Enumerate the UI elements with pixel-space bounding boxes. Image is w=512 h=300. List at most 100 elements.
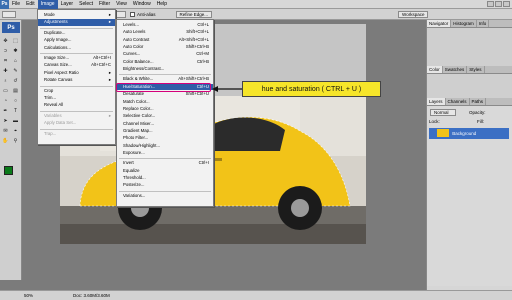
brush-icon[interactable]: ✎ [11, 66, 20, 75]
tab-layers[interactable]: Layers [427, 98, 446, 105]
menu-item-desaturate[interactable]: Desaturate Shift+Ctrl+U [117, 91, 213, 97]
menu-item-match-color[interactable]: Match Color... [117, 99, 213, 105]
status-bar: 50% Doc: 3.60M/3.60M [0, 290, 512, 300]
blend-mode-select[interactable]: Normal [430, 109, 456, 116]
menu-item-label: Rotate Canvas [44, 77, 73, 83]
foreground-color-swatch[interactable] [4, 166, 13, 175]
gradient-icon[interactable]: ▤ [11, 86, 20, 95]
menu-layer[interactable]: Layer [58, 0, 77, 9]
tool-preset-picker[interactable] [2, 10, 16, 18]
slice-icon[interactable]: ⌂ [11, 56, 20, 65]
menu-item-exposure[interactable]: Exposure... [117, 150, 213, 156]
menu-item-photo-filter[interactable]: Photo Filter... [117, 135, 213, 141]
submenu-arrow-icon: ▸ [108, 12, 111, 17]
menu-filter[interactable]: Filter [96, 0, 113, 9]
menu-separator [40, 85, 113, 87]
menu-item-pixel-aspect-ratio[interactable]: Pixel Aspect Ratio ▸ [38, 70, 115, 76]
menu-image[interactable]: Image [37, 0, 58, 9]
tab-paths[interactable]: Paths [470, 98, 487, 105]
ps-app-icon[interactable]: Ps [0, 0, 9, 9]
menu-item-gradient-map[interactable]: Gradient Map... [117, 128, 213, 134]
crop-icon[interactable]: ⌗ [1, 56, 10, 65]
menu-item-apply-image[interactable]: Apply Image... [38, 37, 115, 43]
hand-icon[interactable]: ✋ [1, 136, 10, 145]
menu-item-equalize[interactable]: Equalize [117, 168, 213, 174]
eraser-icon[interactable]: ▭ [1, 86, 10, 95]
menu-item-canvas-size[interactable]: Canvas Size... Alt+Ctrl+C [38, 62, 115, 68]
antialias-checkbox[interactable] [130, 11, 135, 17]
refine-edge-button[interactable]: Refine Edge... [175, 10, 213, 18]
menu-item-threshold[interactable]: Threshold... [117, 175, 213, 181]
menu-help[interactable]: Help [154, 0, 170, 9]
menu-item-label: Crop [44, 87, 54, 93]
menu-item-rotate-canvas[interactable]: Rotate Canvas ▸ [38, 77, 115, 83]
menu-item-crop[interactable]: Crop [38, 88, 115, 94]
menu-item-reveal-all[interactable]: Reveal All [38, 102, 115, 108]
menu-separator [40, 110, 113, 112]
menu-item-levels[interactable]: Levels... Ctrl+L [117, 22, 213, 28]
menu-item-auto-levels[interactable]: Auto Levels Shift+Ctrl+L [117, 29, 213, 35]
type-icon[interactable]: T [11, 106, 20, 115]
menu-file[interactable]: File [9, 0, 23, 9]
lasso-icon[interactable]: ↄ [1, 46, 10, 55]
menu-item-variations[interactable]: Variations... [117, 193, 213, 199]
shape-icon[interactable]: ▬ [11, 116, 20, 125]
ps-logo: Ps [2, 22, 20, 33]
tab-info[interactable]: Info [477, 20, 490, 27]
menu-item-mode[interactable]: Mode ▸ [38, 12, 115, 18]
layer-row-background[interactable]: Background [429, 128, 509, 139]
tab-color[interactable]: Color [427, 66, 443, 73]
menu-item-channel-mixer[interactable]: Channel Mixer... [117, 121, 213, 127]
menu-item-trim[interactable]: Trim... [38, 95, 115, 101]
menu-item-label: Color Balance... [123, 58, 154, 64]
menu-item-brightness-contrast[interactable]: Brightness/Contrast... [117, 66, 213, 72]
close-icon[interactable] [503, 1, 510, 7]
menu-item-posterize[interactable]: Posterize... [117, 182, 213, 188]
menu-item-adjustments[interactable]: Adjustments ▸ [38, 19, 115, 26]
menu-item-shadow-highlight[interactable]: Shadow/Highlight... [117, 143, 213, 149]
menu-select[interactable]: Select [76, 0, 96, 9]
maximize-icon[interactable] [495, 1, 502, 7]
zoom-icon[interactable]: ⚲ [11, 136, 20, 145]
tab-channels[interactable]: Channels [446, 98, 470, 105]
menu-window[interactable]: Window [130, 0, 154, 9]
menu-item-image-size[interactable]: Image Size... Alt+Ctrl+I [38, 55, 115, 61]
menu-item-curves[interactable]: Curves... Ctrl+M [117, 51, 213, 57]
menu-view[interactable]: View [113, 0, 130, 9]
minimize-icon[interactable] [487, 1, 494, 7]
magic-wand-icon[interactable]: ✱ [11, 46, 20, 55]
history-brush-icon[interactable]: ↺ [11, 76, 20, 85]
menu-item-selective-color[interactable]: Selective Color... [117, 113, 213, 119]
dodge-icon[interactable]: ○ [11, 96, 20, 105]
blur-icon[interactable]: ◔ [1, 96, 10, 105]
menu-edit[interactable]: Edit [23, 0, 38, 9]
lock-label: Lock: [429, 119, 440, 124]
tab-swatches[interactable]: Swatches [443, 66, 468, 73]
path-select-icon[interactable]: ➤ [1, 116, 10, 125]
doc-size: Doc: 3.60M/3.60M [73, 293, 110, 298]
notes-icon[interactable]: ✉ [1, 126, 10, 135]
layers-panel: Normal Opacity: Lock: Fill: Background [427, 106, 512, 286]
healing-icon[interactable]: ✚ [1, 66, 10, 75]
menu-item-duplicate[interactable]: Duplicate... [38, 30, 115, 36]
menu-item-invert[interactable]: Invert Ctrl+I [117, 160, 213, 166]
menu-item-auto-color[interactable]: Auto Color Shift+Ctrl+B [117, 44, 213, 50]
tab-histogram[interactable]: Histogram [451, 20, 477, 27]
menu-item-label: Equalize [123, 167, 140, 173]
tab-styles[interactable]: Styles [467, 66, 485, 73]
workspace-button[interactable]: Workspace [398, 10, 429, 18]
menu-item-color-balance[interactable]: Color Balance... Ctrl+B [117, 59, 213, 65]
menu-item-apply-data-set: Apply Data Set... [38, 120, 115, 126]
menu-item-auto-contrast[interactable]: Auto Contrast Alt+Shift+Ctrl+L [117, 37, 213, 43]
move-icon[interactable]: ✥ [1, 36, 10, 45]
zoom-level[interactable]: 50% [24, 293, 33, 298]
menu-item-calculations[interactable]: Calculations... [38, 45, 115, 51]
shortcut-label: Alt+Shift+Ctrl+B [178, 76, 209, 82]
stamp-icon[interactable]: ♁ [1, 76, 10, 85]
pen-icon[interactable]: ✒ [1, 106, 10, 115]
menu-item-replace-color[interactable]: Replace Color... [117, 106, 213, 112]
menu-item-black-white[interactable]: Black & White... Alt+Shift+Ctrl+B [117, 76, 213, 82]
marquee-icon[interactable]: ⬚ [11, 36, 20, 45]
tab-navigator[interactable]: Navigator [427, 20, 452, 27]
eyedropper-icon[interactable]: ⌖ [11, 126, 20, 135]
